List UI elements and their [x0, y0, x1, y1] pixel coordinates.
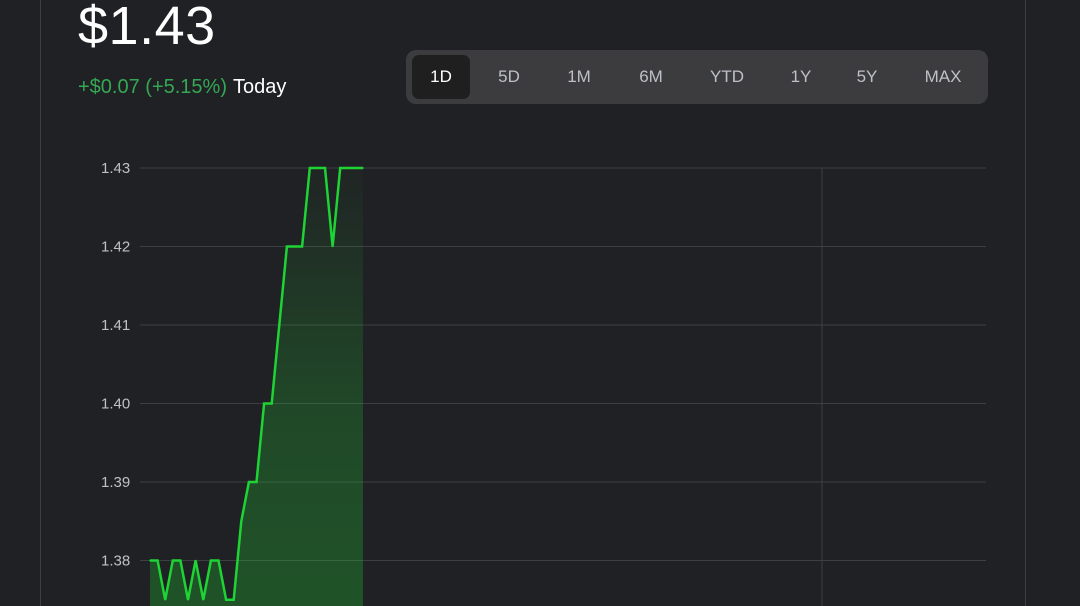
price-point	[339, 167, 342, 169]
price-point	[278, 324, 281, 326]
price-point	[217, 559, 220, 562]
price-point	[255, 481, 258, 483]
price-point	[270, 402, 273, 405]
y-axis-ticks: 1.43 1.42 1.41 1.40 1.39 1.38	[101, 160, 130, 570]
price-point	[232, 598, 235, 601]
y-tick-label: 1.40	[101, 396, 130, 413]
price-point	[240, 520, 243, 522]
y-tick-label: 1.41	[101, 317, 130, 334]
price-point	[210, 559, 212, 562]
stock-quote-panel: $1.43 +$0.07 (+5.15%) Today 1D 5D 1M 6M Y…	[0, 0, 1080, 606]
price-point	[263, 402, 265, 405]
price-point	[316, 167, 319, 169]
price-point	[248, 481, 250, 483]
price-point	[225, 598, 227, 601]
price-point	[179, 559, 182, 562]
price-point	[293, 245, 296, 248]
price-point	[194, 559, 197, 562]
y-tick-label: 1.38	[101, 553, 130, 570]
price-point	[362, 167, 364, 169]
price-point	[187, 598, 189, 601]
y-tick-label: 1.42	[101, 239, 130, 256]
price-series	[149, 166, 364, 606]
price-point	[301, 245, 303, 248]
price-point	[347, 167, 349, 169]
y-tick-label: 1.43	[101, 160, 130, 177]
price-point	[286, 245, 288, 248]
price-point	[149, 559, 151, 562]
price-chart: 1.43 1.42 1.41 1.40 1.39 1.38	[101, 160, 986, 606]
price-point	[156, 559, 159, 562]
price-point	[309, 167, 311, 169]
y-tick-label: 1.39	[101, 474, 130, 491]
price-point	[172, 559, 174, 562]
price-point	[202, 598, 205, 601]
price-point	[324, 167, 326, 169]
price-point	[331, 245, 334, 248]
price-point	[354, 167, 357, 169]
price-point	[164, 598, 166, 601]
